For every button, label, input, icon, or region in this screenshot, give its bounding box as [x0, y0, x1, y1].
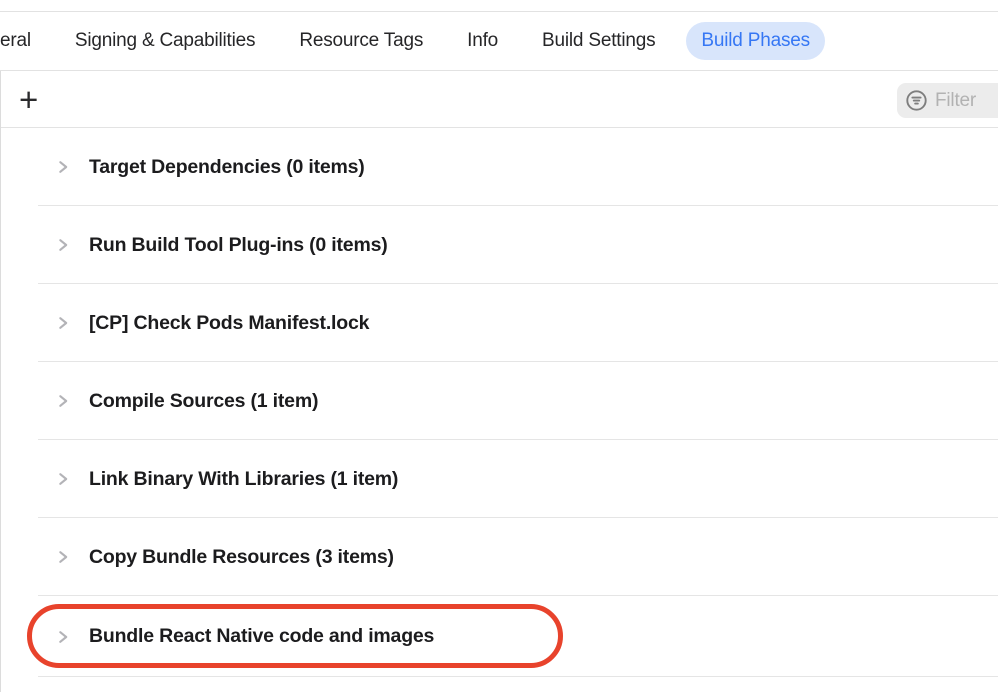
build-phases-content: + Filter Target Dependencies (0 items) — [0, 71, 998, 692]
phase-title: Target Dependencies (0 items) — [89, 156, 365, 179]
filter-placeholder: Filter — [935, 90, 976, 112]
disclosure-chevron-icon[interactable] — [54, 549, 71, 566]
phase-title: Bundle React Native code and images — [89, 625, 434, 648]
filter-field[interactable]: Filter — [897, 83, 998, 118]
add-build-phase-button[interactable]: + — [19, 83, 38, 116]
phase-row-link-binary-with-libraries[interactable]: Link Binary With Libraries (1 item) — [1, 440, 998, 518]
phase-title: Run Build Tool Plug-ins (0 items) — [89, 234, 388, 257]
phase-row-bundle-react-native[interactable]: Bundle React Native code and images — [1, 596, 998, 677]
phase-title: [CP] Check Pods Manifest.lock — [89, 312, 369, 335]
phase-row-cp-check-pods-manifest[interactable]: [CP] Check Pods Manifest.lock — [1, 284, 998, 362]
window-top-strip — [0, 0, 998, 11]
tab-general-partial[interactable]: eral — [0, 22, 31, 60]
build-phases-toolbar: + Filter — [1, 71, 998, 128]
phase-title: Copy Bundle Resources (3 items) — [89, 546, 394, 569]
build-phase-list: Target Dependencies (0 items) Run Build … — [1, 128, 998, 677]
disclosure-chevron-icon[interactable] — [54, 628, 71, 645]
phase-title: Link Binary With Libraries (1 item) — [89, 468, 398, 491]
phase-row-run-build-tool-plugins[interactable]: Run Build Tool Plug-ins (0 items) — [1, 206, 998, 284]
tab-resource-tags[interactable]: Resource Tags — [299, 22, 423, 60]
filter-icon — [904, 88, 929, 113]
tab-build-phases[interactable]: Build Phases — [686, 22, 825, 60]
disclosure-chevron-icon[interactable] — [54, 159, 71, 176]
tab-signing-capabilities[interactable]: Signing & Capabilities — [75, 22, 255, 60]
disclosure-chevron-icon[interactable] — [54, 393, 71, 410]
phase-title: Compile Sources (1 item) — [89, 390, 318, 413]
tab-info[interactable]: Info — [467, 22, 498, 60]
disclosure-chevron-icon[interactable] — [54, 315, 71, 332]
phase-row-target-dependencies[interactable]: Target Dependencies (0 items) — [1, 128, 998, 206]
target-editor-tab-bar: eral Signing & Capabilities Resource Tag… — [0, 11, 998, 71]
phase-row-compile-sources[interactable]: Compile Sources (1 item) — [1, 362, 998, 440]
disclosure-chevron-icon[interactable] — [54, 471, 71, 488]
disclosure-chevron-icon[interactable] — [54, 237, 71, 254]
phase-row-copy-bundle-resources[interactable]: Copy Bundle Resources (3 items) — [1, 518, 998, 596]
tab-build-settings[interactable]: Build Settings — [542, 22, 655, 60]
